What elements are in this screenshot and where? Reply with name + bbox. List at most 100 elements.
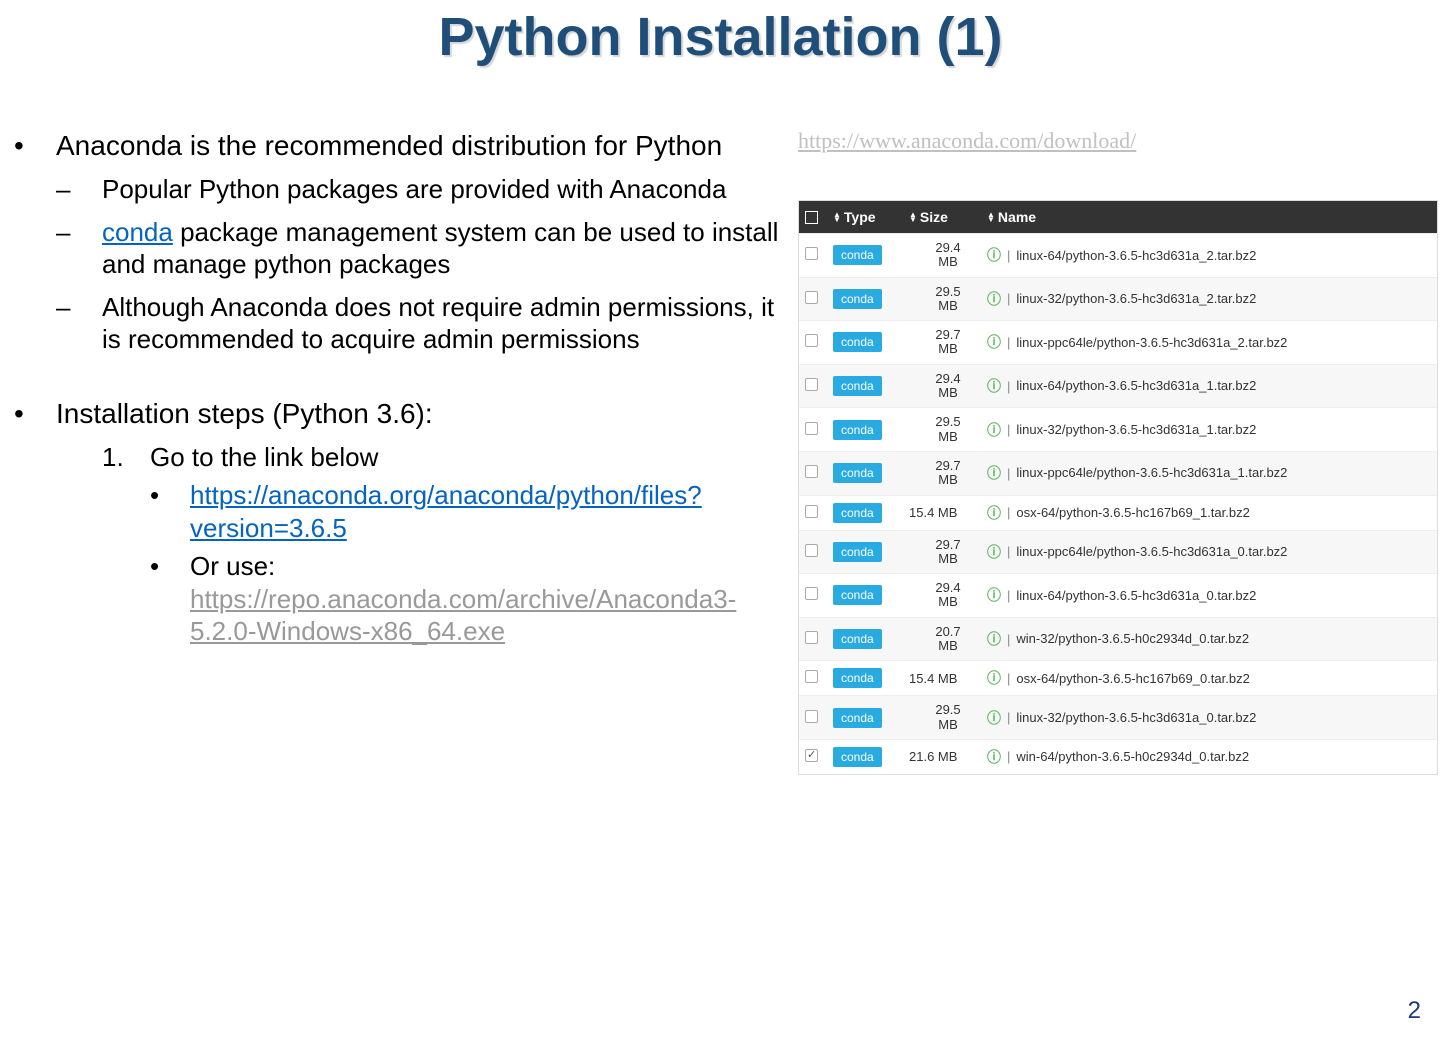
conda-badge: conda <box>833 376 882 396</box>
conda-badge: conda <box>833 289 882 309</box>
row-checkbox-cell <box>805 505 833 521</box>
file-name[interactable]: linux-32/python-3.6.5-hc3d631a_1.tar.bz2 <box>1016 422 1256 438</box>
info-icon[interactable]: ⓘ <box>987 629 1001 649</box>
anaconda-files-link[interactable]: https://anaconda.org/anaconda/python/fil… <box>190 480 702 543</box>
file-name[interactable]: win-64/python-3.6.5-h0c2934d_0.tar.bz2 <box>1016 749 1249 765</box>
row-type-cell: conda <box>833 747 909 767</box>
row-checkbox[interactable] <box>805 505 818 518</box>
file-name[interactable]: linux-64/python-3.6.5-hc3d631a_2.tar.bz2 <box>1016 248 1256 264</box>
content: • Anaconda is the recommended distributi… <box>0 68 1441 775</box>
row-type-cell: conda <box>833 708 909 728</box>
bullet-dot: • <box>10 128 56 163</box>
bullet-dot: • <box>10 396 56 431</box>
sub-text: conda package management system can be u… <box>102 216 790 281</box>
pipe: | <box>1007 335 1010 350</box>
row-checkbox[interactable] <box>805 544 818 557</box>
table-body: conda29.4MBⓘ|linux-64/python-3.6.5-hc3d6… <box>799 233 1437 774</box>
header-name[interactable]: Name <box>987 209 1431 225</box>
row-checkbox[interactable] <box>805 749 818 762</box>
row-checkbox[interactable] <box>805 422 818 435</box>
sort-icon <box>833 212 841 222</box>
info-icon[interactable]: ⓘ <box>987 503 1001 523</box>
file-name[interactable]: osx-64/python-3.6.5-hc167b69_0.tar.bz2 <box>1016 671 1249 687</box>
conda-badge: conda <box>833 585 882 605</box>
step-text: Go to the link below <box>150 441 790 474</box>
file-name[interactable]: linux-ppc64le/python-3.6.5-hc3d631a_2.ta… <box>1016 335 1287 351</box>
row-checkbox[interactable] <box>805 291 818 304</box>
row-type-cell: conda <box>833 503 909 523</box>
dash: – <box>56 291 102 356</box>
file-name[interactable]: linux-32/python-3.6.5-hc3d631a_0.tar.bz2 <box>1016 710 1256 726</box>
row-checkbox-cell <box>805 710 833 726</box>
info-icon[interactable]: ⓘ <box>987 747 1001 767</box>
conda-rest: package management system can be used to… <box>102 217 778 280</box>
row-checkbox-cell <box>805 544 833 560</box>
conda-badge: conda <box>833 708 882 728</box>
row-checkbox-cell <box>805 465 833 481</box>
pipe: | <box>1007 505 1010 520</box>
file-name[interactable]: linux-32/python-3.6.5-hc3d631a_2.tar.bz2 <box>1016 291 1256 307</box>
row-checkbox[interactable] <box>805 465 818 478</box>
bullet-install: • Installation steps (Python 3.6): <box>10 396 790 431</box>
file-name[interactable]: osx-64/python-3.6.5-hc167b69_1.tar.bz2 <box>1016 505 1249 521</box>
pipe: | <box>1007 422 1010 437</box>
bullet-recommend: • Anaconda is the recommended distributi… <box>10 128 790 163</box>
row-type-cell: conda <box>833 376 909 396</box>
table-row: conda21.6 MBⓘ|win-64/python-3.6.5-h0c293… <box>799 739 1437 774</box>
table-row: conda29.7MBⓘ|linux-ppc64le/python-3.6.5-… <box>799 451 1437 495</box>
conda-link[interactable]: conda <box>102 217 173 247</box>
row-size-cell: 29.4MB <box>909 372 987 401</box>
file-name[interactable]: linux-64/python-3.6.5-hc3d631a_1.tar.bz2 <box>1016 378 1256 394</box>
row-checkbox-cell <box>805 422 833 438</box>
header-type[interactable]: Type <box>833 209 909 225</box>
row-checkbox-cell <box>805 291 833 307</box>
header-label: Type <box>844 209 876 225</box>
row-checkbox-cell <box>805 631 833 647</box>
row-size-cell: 29.4MB <box>909 581 987 610</box>
row-size-cell: 29.7MB <box>909 459 987 488</box>
file-name[interactable]: win-32/python-3.6.5-h0c2934d_0.tar.bz2 <box>1016 631 1249 647</box>
step1-link-row: • https://anaconda.org/anaconda/python/f… <box>10 479 790 544</box>
info-icon[interactable]: ⓘ <box>987 332 1001 352</box>
info-icon[interactable]: ⓘ <box>987 708 1001 728</box>
header-label: Size <box>920 209 948 225</box>
info-icon[interactable]: ⓘ <box>987 420 1001 440</box>
dash: – <box>56 173 102 206</box>
pipe: | <box>1007 588 1010 603</box>
download-link[interactable]: https://www.anaconda.com/download/ <box>798 128 1438 154</box>
table-row: conda29.4MBⓘ|linux-64/python-3.6.5-hc3d6… <box>799 233 1437 277</box>
package-table: Type Size Name conda29.4MBⓘ|linux-64/pyt… <box>798 200 1438 775</box>
dash: – <box>56 216 102 281</box>
info-icon[interactable]: ⓘ <box>987 376 1001 396</box>
file-name[interactable]: linux-ppc64le/python-3.6.5-hc3d631a_1.ta… <box>1016 465 1287 481</box>
file-name[interactable]: linux-ppc64le/python-3.6.5-hc3d631a_0.ta… <box>1016 544 1287 560</box>
left-column: • Anaconda is the recommended distributi… <box>10 128 790 775</box>
row-size-cell: 21.6 MB <box>909 749 987 764</box>
header-size[interactable]: Size <box>909 209 987 225</box>
sub-popular: – Popular Python packages are provided w… <box>10 173 790 206</box>
row-checkbox[interactable] <box>805 334 818 347</box>
row-checkbox[interactable] <box>805 587 818 600</box>
table-row: conda 29.4MBⓘ | linux-64/python-3.6.5-hc3d6… <box>799 573 1437 617</box>
conda-badge: conda <box>833 629 882 649</box>
link-cell: https://anaconda.org/anaconda/python/fil… <box>190 479 790 544</box>
or-text: Or use: <box>190 551 275 581</box>
info-icon[interactable]: ⓘ <box>987 542 1001 562</box>
info-icon[interactable]: ⓘ <box>987 585 1001 605</box>
info-icon[interactable]: ⓘ <box>987 668 1001 688</box>
archive-link[interactable]: https://repo.anaconda.com/archive/Anacon… <box>190 584 736 647</box>
info-icon[interactable]: ⓘ <box>987 245 1001 265</box>
row-checkbox[interactable] <box>805 378 818 391</box>
header-check[interactable] <box>805 211 833 224</box>
row-checkbox-cell <box>805 670 833 686</box>
row-checkbox[interactable] <box>805 631 818 644</box>
row-checkbox[interactable] <box>805 710 818 723</box>
info-icon[interactable]: ⓘ <box>987 463 1001 483</box>
row-checkbox[interactable] <box>805 670 818 683</box>
info-icon[interactable]: ⓘ <box>987 289 1001 309</box>
row-checkbox[interactable] <box>805 247 818 260</box>
table-row: conda29.7MBⓘ|linux-ppc64le/python-3.6.5-… <box>799 530 1437 574</box>
file-name[interactable]: linux-64/python-3.6.5-hc3d631a_0.tar.bz2 <box>1016 588 1256 604</box>
row-type-cell: conda <box>833 420 909 440</box>
sub-text: Although Anaconda does not require admin… <box>102 291 790 356</box>
